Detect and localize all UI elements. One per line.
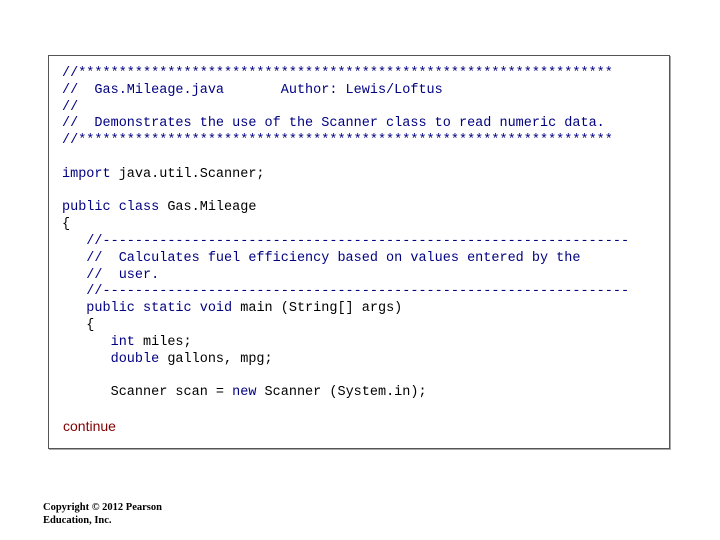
code-text: { bbox=[62, 317, 95, 333]
copyright-line-1: Copyright © 2012 Pearson bbox=[43, 502, 162, 513]
code-listing: //**************************************… bbox=[62, 66, 629, 402]
copyright-notice: Copyright © 2012 Pearson Education, Inc. bbox=[43, 501, 193, 527]
code-text: main (String[] args) bbox=[232, 301, 403, 317]
code-line: Scanner scan = new Scanner (System.in); bbox=[62, 385, 629, 402]
code-text: miles; bbox=[134, 334, 192, 350]
continue-label: continue bbox=[63, 418, 116, 434]
code-comment: // Calculates fuel efficiency based on v… bbox=[62, 250, 581, 266]
code-text: Gas.Mileage bbox=[159, 200, 257, 216]
code-comment: //**************************************… bbox=[62, 133, 613, 149]
code-comment: // Demonstrates the use of the Scanner c… bbox=[62, 116, 605, 132]
code-listing-box: //**************************************… bbox=[48, 55, 670, 449]
code-keyword: new bbox=[232, 385, 257, 401]
code-text: Scanner (System.in); bbox=[256, 385, 427, 401]
code-line: // Gas.Mileage.java Author: Lewis/Loftus bbox=[62, 83, 629, 100]
code-line: //--------------------------------------… bbox=[62, 234, 629, 251]
code-line: // bbox=[62, 100, 629, 117]
code-text: gallons, mpg; bbox=[159, 351, 273, 367]
code-comment: //**************************************… bbox=[62, 66, 613, 81]
code-keyword: public static void bbox=[62, 301, 233, 317]
code-text: { bbox=[62, 217, 71, 233]
code-comment: //--------------------------------------… bbox=[62, 233, 630, 249]
code-line: public static void main (String[] args) bbox=[62, 301, 629, 318]
code-keyword: import bbox=[62, 166, 111, 182]
code-text: java.util.Scanner; bbox=[110, 166, 265, 182]
code-keyword: public class bbox=[62, 200, 160, 216]
code-line: int miles; bbox=[62, 335, 629, 352]
code-line: // user. bbox=[62, 268, 629, 285]
code-comment: // bbox=[62, 99, 79, 115]
code-line: public class Gas.Mileage bbox=[62, 200, 629, 217]
code-line: //**************************************… bbox=[62, 66, 629, 83]
code-line: import java.util.Scanner; bbox=[62, 167, 629, 184]
code-line: double gallons, mpg; bbox=[62, 352, 629, 369]
code-keyword: int bbox=[110, 334, 135, 350]
slide: { "code_lines": [ [{"t": "//************… bbox=[0, 0, 720, 540]
copyright-line-2: Education, Inc. bbox=[43, 515, 112, 526]
code-comment: // Gas.Mileage.java Author: Lewis/Loftus bbox=[62, 82, 443, 98]
code-line: // Demonstrates the use of the Scanner c… bbox=[62, 116, 629, 133]
code-keyword: double bbox=[110, 351, 160, 367]
code-line: // Calculates fuel efficiency based on v… bbox=[62, 251, 629, 268]
code-line: { bbox=[62, 318, 629, 335]
code-line: { bbox=[62, 217, 629, 234]
code-text: Scanner scan = bbox=[62, 385, 233, 401]
code-comment: //--------------------------------------… bbox=[62, 284, 630, 300]
code-comment: // user. bbox=[62, 267, 160, 283]
code-line: //**************************************… bbox=[62, 133, 629, 150]
code-line: //--------------------------------------… bbox=[62, 284, 629, 301]
